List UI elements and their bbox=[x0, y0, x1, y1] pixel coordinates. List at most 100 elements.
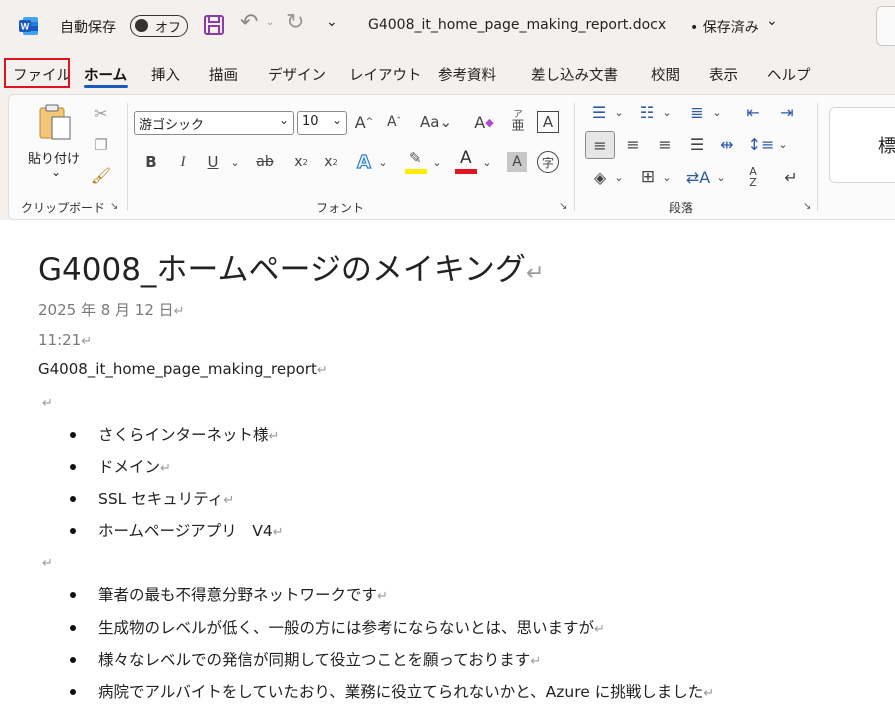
numbering-icon[interactable]: ☷ bbox=[635, 101, 659, 123]
tab-review[interactable]: 校閲 bbox=[651, 64, 680, 85]
paste-dropdown-icon[interactable]: ⌄ bbox=[51, 165, 61, 179]
save-icon[interactable] bbox=[203, 14, 225, 36]
phonetic-guide-icon[interactable]: ア亜 bbox=[507, 109, 529, 135]
styles-gallery[interactable]: 標 bbox=[829, 107, 895, 183]
list-item[interactable]: 様々なレベルでの発信が同期して役立つことを願っております↵ bbox=[98, 648, 541, 670]
tab-help[interactable]: ヘルプ bbox=[767, 64, 811, 85]
font-size-combo[interactable]: 10 ⌄ bbox=[297, 111, 347, 135]
font-name-combo[interactable]: 游ゴシック ⌄ bbox=[134, 111, 294, 135]
separator bbox=[127, 103, 128, 211]
highlight-dropdown-icon[interactable]: ⌄ bbox=[431, 151, 443, 173]
list-item[interactable]: 生成物のレベルが低く、一般の方には参考にならないとは、思いますが↵ bbox=[98, 616, 605, 638]
asian-layout-dropdown-icon[interactable]: ⌄ bbox=[715, 165, 727, 189]
strikethrough-icon[interactable]: ab bbox=[253, 151, 277, 173]
show-formatting-icon[interactable]: ↵ bbox=[779, 165, 803, 189]
shading-dropdown-icon[interactable]: ⌄ bbox=[613, 165, 625, 189]
list-item[interactable]: SSL セキュリティ↵ bbox=[98, 487, 234, 509]
copy-icon[interactable]: ❐ bbox=[91, 135, 111, 155]
justify-icon[interactable]: ☰ bbox=[685, 132, 709, 156]
tab-design[interactable]: デザイン bbox=[268, 64, 326, 85]
paragraph-mark-icon: ↵ bbox=[160, 461, 171, 476]
bullet-icon bbox=[70, 689, 76, 695]
increase-indent-icon[interactable]: ⇥ bbox=[775, 101, 799, 123]
format-painter-icon[interactable]: 🖌 bbox=[91, 165, 111, 185]
tab-insert[interactable]: 挿入 bbox=[151, 64, 180, 85]
filename-dropdown-icon[interactable]: ⌄ bbox=[766, 13, 778, 29]
line-spacing-icon[interactable]: ↕≡ bbox=[748, 132, 775, 156]
line-spacing-dropdown-icon[interactable]: ⌄ bbox=[777, 132, 789, 156]
underline-icon[interactable]: U bbox=[203, 151, 223, 173]
asian-layout-icon[interactable]: ⇄A bbox=[685, 165, 711, 189]
borders-dropdown-icon[interactable]: ⌄ bbox=[661, 165, 673, 189]
undo-dropdown-icon[interactable]: ⌄ bbox=[266, 17, 274, 28]
redo-icon[interactable]: ↻ bbox=[286, 10, 304, 35]
customize-toolbar-icon[interactable]: ⌄ bbox=[326, 14, 338, 30]
paragraph-launcher-icon[interactable]: ↘ bbox=[803, 201, 811, 212]
text-effects-icon[interactable]: A bbox=[353, 150, 375, 174]
list-item[interactable]: ドメイン↵ bbox=[98, 455, 171, 477]
tab-draw[interactable]: 描画 bbox=[209, 64, 238, 85]
bullets-icon[interactable]: ☰ bbox=[587, 101, 611, 123]
tab-view[interactable]: 表示 bbox=[709, 64, 738, 85]
underline-dropdown-icon[interactable]: ⌄ bbox=[229, 151, 241, 173]
tab-references[interactable]: 参考資料 bbox=[438, 64, 496, 85]
list-item[interactable]: ホームページアプリ V4↵ bbox=[98, 519, 284, 541]
document-filename-line[interactable]: G4008_it_home_page_making_report↵ bbox=[38, 360, 328, 378]
cut-icon[interactable]: ✂ bbox=[91, 103, 111, 123]
style-normal-partial: 標 bbox=[878, 136, 895, 157]
paragraph-mark-icon: ↵ bbox=[316, 363, 328, 378]
font-launcher-icon[interactable]: ↘ bbox=[559, 201, 567, 212]
empty-paragraph[interactable]: ↵ bbox=[42, 553, 53, 571]
clipboard-launcher-icon[interactable]: ↘ bbox=[110, 201, 118, 212]
character-shading-icon[interactable]: A bbox=[507, 152, 527, 172]
decrease-indent-icon[interactable]: ⇤ bbox=[741, 101, 765, 123]
document-date[interactable]: 2025 年 8 月 12 日↵ bbox=[38, 299, 185, 320]
subscript-icon[interactable]: x2 bbox=[291, 151, 311, 173]
word-app-icon[interactable]: W bbox=[18, 15, 40, 37]
shrink-font-icon[interactable]: Aˇ bbox=[383, 111, 405, 133]
align-center-icon[interactable]: ≡ bbox=[621, 132, 645, 156]
paragraph-mark-icon: ↵ bbox=[223, 493, 235, 508]
numbering-dropdown-icon[interactable]: ⌄ bbox=[661, 101, 673, 123]
undo-icon[interactable]: ↶ bbox=[240, 10, 258, 35]
document-filename[interactable]: G4008_it_home_page_making_report.docx bbox=[368, 17, 666, 33]
save-status[interactable]: • 保存済み bbox=[690, 17, 759, 37]
paragraph-mark-icon: ↵ bbox=[703, 686, 715, 701]
highlight-icon[interactable]: ✎ bbox=[405, 149, 427, 175]
distributed-icon[interactable]: ⇹ bbox=[715, 132, 739, 156]
bold-icon[interactable]: B bbox=[141, 151, 161, 173]
shading-icon[interactable]: ◈ bbox=[589, 165, 611, 189]
paragraph-mark-icon: ↵ bbox=[173, 304, 185, 319]
italic-icon[interactable]: I bbox=[173, 151, 193, 173]
align-right-icon[interactable]: ≡ bbox=[653, 132, 677, 156]
empty-paragraph[interactable]: ↵ bbox=[42, 393, 53, 411]
align-left-icon[interactable]: ≡ bbox=[585, 131, 615, 159]
multilevel-dropdown-icon[interactable]: ⌄ bbox=[711, 101, 723, 123]
font-color-dropdown-icon[interactable]: ⌄ bbox=[481, 151, 493, 173]
clear-formatting-icon[interactable]: A ◆ bbox=[473, 111, 495, 133]
character-border-icon[interactable]: A bbox=[537, 111, 559, 133]
change-case-icon[interactable]: Aa⌄ bbox=[419, 111, 453, 133]
superscript-icon[interactable]: x2 bbox=[321, 151, 341, 173]
bullet-icon bbox=[70, 528, 76, 534]
search-box-edge[interactable] bbox=[876, 6, 895, 46]
list-item[interactable]: さくらインターネット様↵ bbox=[98, 423, 279, 445]
tab-mailings[interactable]: 差し込み文書 bbox=[531, 64, 618, 85]
tab-home[interactable]: ホーム bbox=[84, 64, 127, 85]
autosave-toggle[interactable]: オフ bbox=[130, 15, 188, 37]
font-color-icon[interactable]: A bbox=[455, 148, 477, 175]
grow-font-icon[interactable]: A ^ bbox=[353, 111, 375, 133]
tab-layout[interactable]: レイアウト bbox=[349, 64, 422, 85]
list-item[interactable]: 筆者の最も不得意分野ネットワークです↵ bbox=[98, 583, 388, 605]
document-title[interactable]: G4008_ホームページのメイキング↵ bbox=[38, 244, 544, 289]
paste-icon[interactable] bbox=[37, 103, 73, 141]
list-item[interactable]: 病院でアルバイトをしていたおり、業務に役立てられないかと、Azure に挑戦しま… bbox=[98, 680, 714, 702]
enclose-characters-icon[interactable]: 字 bbox=[537, 151, 559, 173]
paragraph-mark-icon: ↵ bbox=[81, 334, 93, 349]
document-time[interactable]: 11:21↵ bbox=[38, 331, 92, 349]
multilevel-list-icon[interactable]: ≣ bbox=[685, 101, 709, 123]
text-effects-dropdown-icon[interactable]: ⌄ bbox=[377, 151, 389, 173]
sort-icon[interactable]: AZ bbox=[741, 163, 765, 191]
bullets-dropdown-icon[interactable]: ⌄ bbox=[613, 101, 625, 123]
borders-icon[interactable]: ⊞ bbox=[637, 165, 659, 189]
